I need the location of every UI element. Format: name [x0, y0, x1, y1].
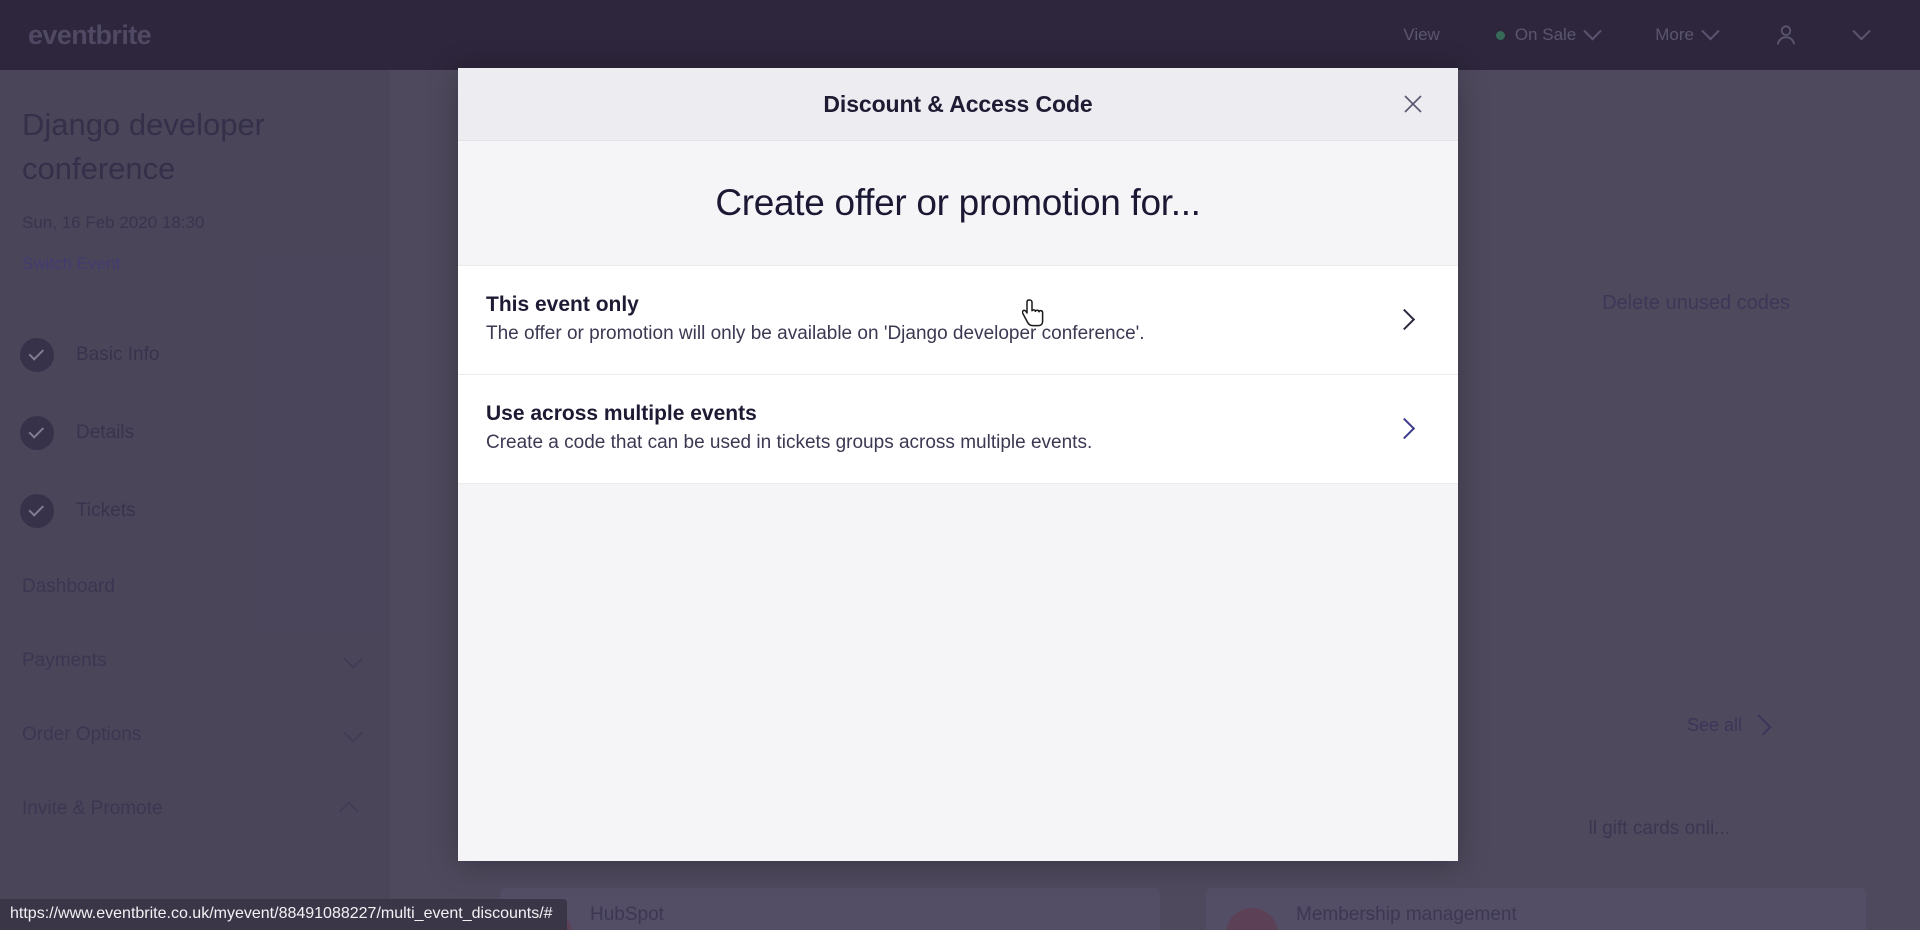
option-this-event-only[interactable]: This event only The offer or promotion w…: [458, 265, 1458, 375]
close-icon: [1404, 95, 1422, 113]
close-button[interactable]: [1398, 89, 1428, 119]
modal-title: Discount & Access Code: [823, 90, 1093, 117]
modal-heading: Create offer or promotion for...: [715, 182, 1201, 223]
option-title: Use across multiple events: [486, 402, 757, 425]
option-description: The offer or promotion will only be avai…: [486, 323, 1145, 344]
option-texts: Use across multiple events Create a code…: [486, 402, 1397, 454]
app-root: eventbrite View On Sale More Django deve…: [0, 0, 1920, 930]
status-bar-url: https://www.eventbrite.co.uk/myevent/884…: [0, 899, 567, 930]
option-title: This event only: [486, 293, 639, 316]
option-use-across-multiple-events[interactable]: Use across multiple events Create a code…: [458, 375, 1458, 484]
chevron-right-icon: [1393, 308, 1416, 330]
modal-header: Discount & Access Code: [458, 68, 1458, 141]
option-texts: This event only The offer or promotion w…: [486, 293, 1397, 345]
chevron-right-icon: [1393, 417, 1416, 439]
modal-body-empty-area: [458, 484, 1458, 861]
discount-access-code-modal: Discount & Access Code Create offer or p…: [458, 68, 1458, 861]
option-description: Create a code that can be used in ticket…: [486, 432, 1093, 453]
